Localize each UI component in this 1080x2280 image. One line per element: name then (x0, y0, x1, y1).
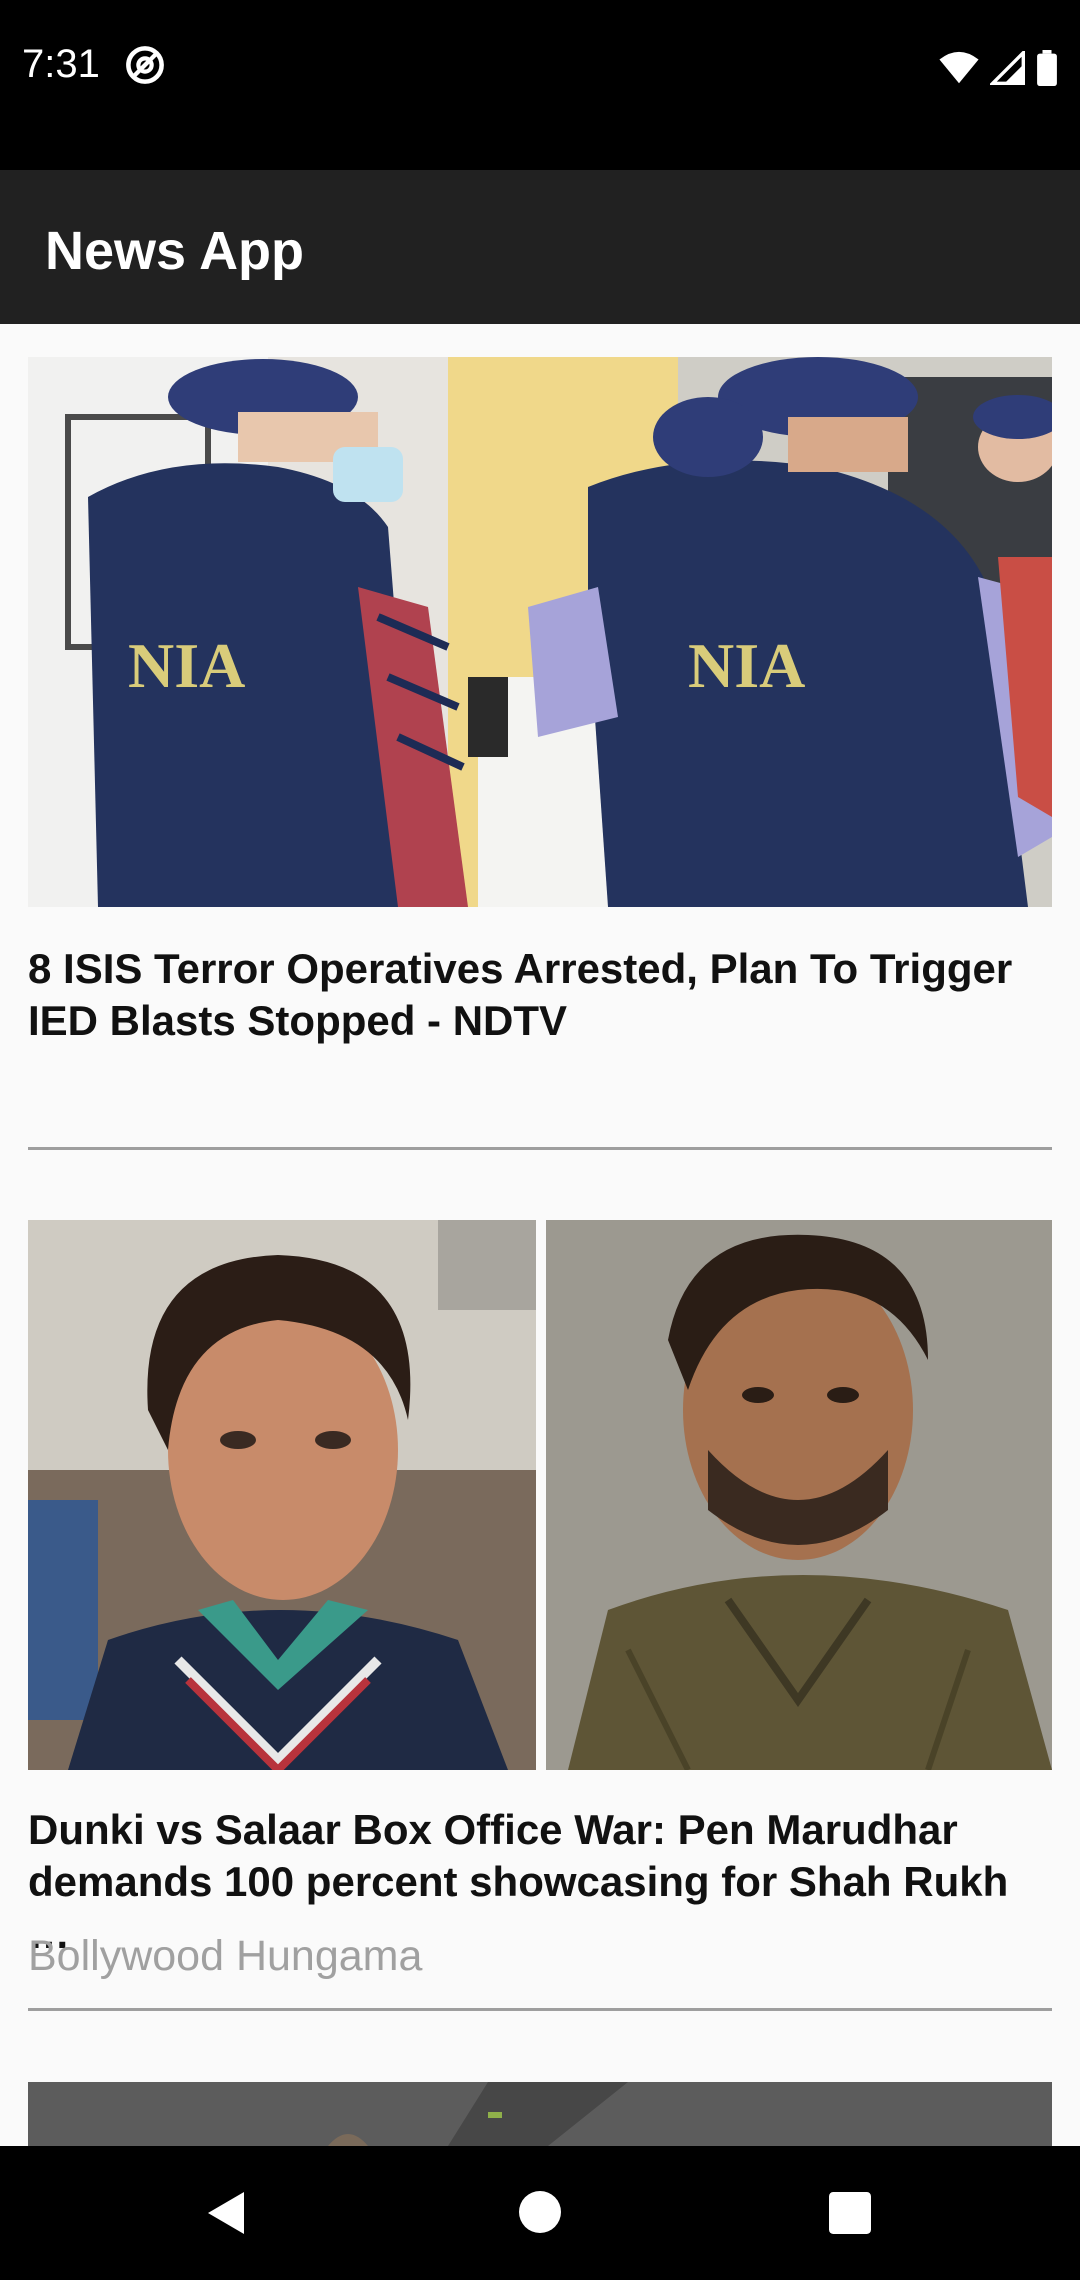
signal-icon (990, 51, 1025, 85)
home-icon[interactable] (519, 2191, 561, 2233)
battery-icon (1037, 50, 1057, 86)
app-bar: News App (0, 170, 1080, 324)
card-divider (28, 2008, 1052, 2011)
svg-text:NIA: NIA (688, 630, 805, 701)
news-image[interactable] (28, 1220, 1052, 1770)
status-bar: 7:31 (0, 0, 1080, 170)
news-image[interactable]: NIA NIA (28, 357, 1052, 907)
app-title: News App (45, 221, 305, 281)
card-divider (28, 1147, 1052, 1150)
news-card[interactable]: Dunki vs Salaar Box Office War: Pen Maru… (28, 1220, 1052, 2060)
news-image[interactable] (28, 2082, 1052, 2146)
status-time: 7:31 (22, 42, 100, 86)
news-card[interactable]: NIA NIA 8 ISIS Terror Operatives Arreste… (28, 357, 1052, 1187)
status-icons (938, 48, 1058, 88)
news-title[interactable]: 8 ISIS Terror Operatives Arrested, Plan … (28, 943, 1052, 1047)
phone-screen: 7:31 News App NIA NIA 8 ISIS Terror Oper… (0, 0, 1080, 2280)
wifi-icon (939, 51, 979, 84)
recents-icon[interactable] (829, 2192, 871, 2234)
news-card[interactable] (28, 2082, 1052, 2146)
svg-text:NIA: NIA (128, 630, 245, 701)
navigation-bar (0, 2146, 1080, 2280)
back-icon[interactable] (206, 2190, 246, 2236)
at-sign-icon (126, 46, 164, 84)
news-source: Bollywood Hungama (28, 1932, 423, 1980)
news-list[interactable]: NIA NIA 8 ISIS Terror Operatives Arreste… (0, 324, 1080, 2146)
